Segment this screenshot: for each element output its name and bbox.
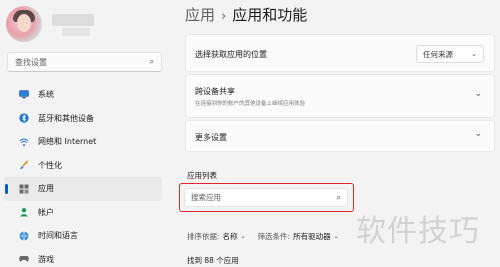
globe-icon [19, 231, 29, 241]
avatar-face [17, 14, 31, 32]
breadcrumb-chevron-icon: › [221, 9, 227, 24]
sidebar-item-label: 时间和语言 [38, 231, 78, 241]
install-source-value: 任何来源 [423, 49, 453, 59]
app-search-highlight: 搜索应用 ⌕ [179, 183, 354, 212]
blurred-user-email [62, 28, 90, 36]
more-settings-card[interactable]: 更多设置 ⌄ [185, 120, 495, 152]
monitor-icon [19, 90, 29, 100]
gamepad-icon [19, 254, 29, 264]
install-source-label: 选择获取应用的位置 [195, 50, 267, 59]
chevron-down-icon: ⌄ [333, 233, 339, 240]
app-search-placeholder: 搜索应用 [191, 193, 221, 202]
sidebar-item-label: 帐户 [38, 207, 54, 217]
search-icon: ⌕ [149, 57, 154, 66]
apps-icon [19, 184, 29, 194]
watermark-text: 软件技巧 [356, 214, 480, 249]
sidebar-item-label: 个性化 [38, 160, 62, 170]
blurred-user-name [52, 14, 94, 26]
sidebar-item-label: 应用 [38, 184, 54, 194]
share-subtitle: 在连接到你的帐户的其他设备上继续应用体验 [195, 101, 306, 107]
filter-dropdown[interactable]: 所有驱动器 [293, 231, 331, 242]
sidebar-item-personalization[interactable]: 个性化 [4, 154, 162, 178]
chevron-down-icon: ⌄ [474, 89, 482, 99]
share-across-devices-card[interactable]: 跨设备共享 在连接到你的帐户的其他设备上继续应用体验 ⌄ [185, 74, 495, 118]
settings-search-input[interactable]: 查找设置 ⌕ [7, 52, 162, 72]
sidebar-nav: 系统 蓝牙和其他设备 网络和 Internet 个性化 应用 帐户 时间和语言 … [0, 83, 168, 267]
bluetooth-icon [19, 113, 29, 123]
chevron-down-icon: ⌄ [240, 233, 246, 240]
sort-dropdown[interactable]: 名称 [223, 231, 238, 242]
chevron-down-icon: ⌄ [474, 129, 482, 139]
install-source-dropdown[interactable]: 任何来源 ⌄ [416, 45, 484, 63]
network-icon [19, 137, 29, 147]
sidebar-item-label: 网络和 Internet [38, 137, 97, 147]
app-count-text: 找到 88 个应用 [187, 256, 239, 265]
page-title: 应用和功能 [232, 6, 308, 24]
sidebar-item-bluetooth[interactable]: 蓝牙和其他设备 [4, 107, 162, 131]
settings-search-placeholder: 查找设置 [15, 57, 47, 67]
sidebar-item-label: 系统 [38, 90, 54, 100]
user-avatar[interactable] [6, 6, 42, 42]
sidebar-item-system[interactable]: 系统 [4, 83, 162, 107]
sidebar-item-label: 游戏 [38, 254, 54, 264]
main-content: 应用 › 应用和功能 选择获取应用的位置 任何来源 ⌄ 跨设备共享 在连接到你的帐户… [168, 0, 500, 267]
account-icon [19, 207, 29, 217]
sort-filter-row: 排序依据: 名称 ⌄ 筛选条件: 所有驱动器 ⌄ [187, 231, 339, 242]
sidebar-item-time-language[interactable]: 时间和语言 [4, 224, 162, 248]
sidebar-item-apps[interactable]: 应用 [4, 177, 162, 201]
search-icon: ⌕ [336, 192, 341, 202]
breadcrumb: 应用 › 应用和功能 [185, 4, 307, 25]
sidebar-item-gaming[interactable]: 游戏 [4, 248, 162, 267]
brush-icon [19, 160, 29, 170]
install-source-card: 选择获取应用的位置 任何来源 ⌄ [185, 34, 495, 72]
chevron-down-icon: ⌄ [471, 50, 477, 58]
sidebar-item-label: 蓝牙和其他设备 [38, 113, 94, 123]
app-search-input[interactable]: 搜索应用 ⌕ [184, 188, 348, 207]
app-list-heading: 应用列表 [187, 171, 217, 180]
filter-label: 筛选条件: [257, 232, 291, 241]
sidebar: 查找设置 ⌕ 系统 蓝牙和其他设备 网络和 Internet 个性化 应用 帐户… [0, 0, 168, 267]
breadcrumb-parent[interactable]: 应用 [185, 6, 215, 24]
sidebar-item-accounts[interactable]: 帐户 [4, 201, 162, 225]
share-title: 跨设备共享 [195, 87, 235, 96]
sort-label: 排序依据: [187, 232, 220, 241]
sidebar-item-network[interactable]: 网络和 Internet [4, 130, 162, 154]
more-settings-label: 更多设置 [195, 133, 227, 142]
